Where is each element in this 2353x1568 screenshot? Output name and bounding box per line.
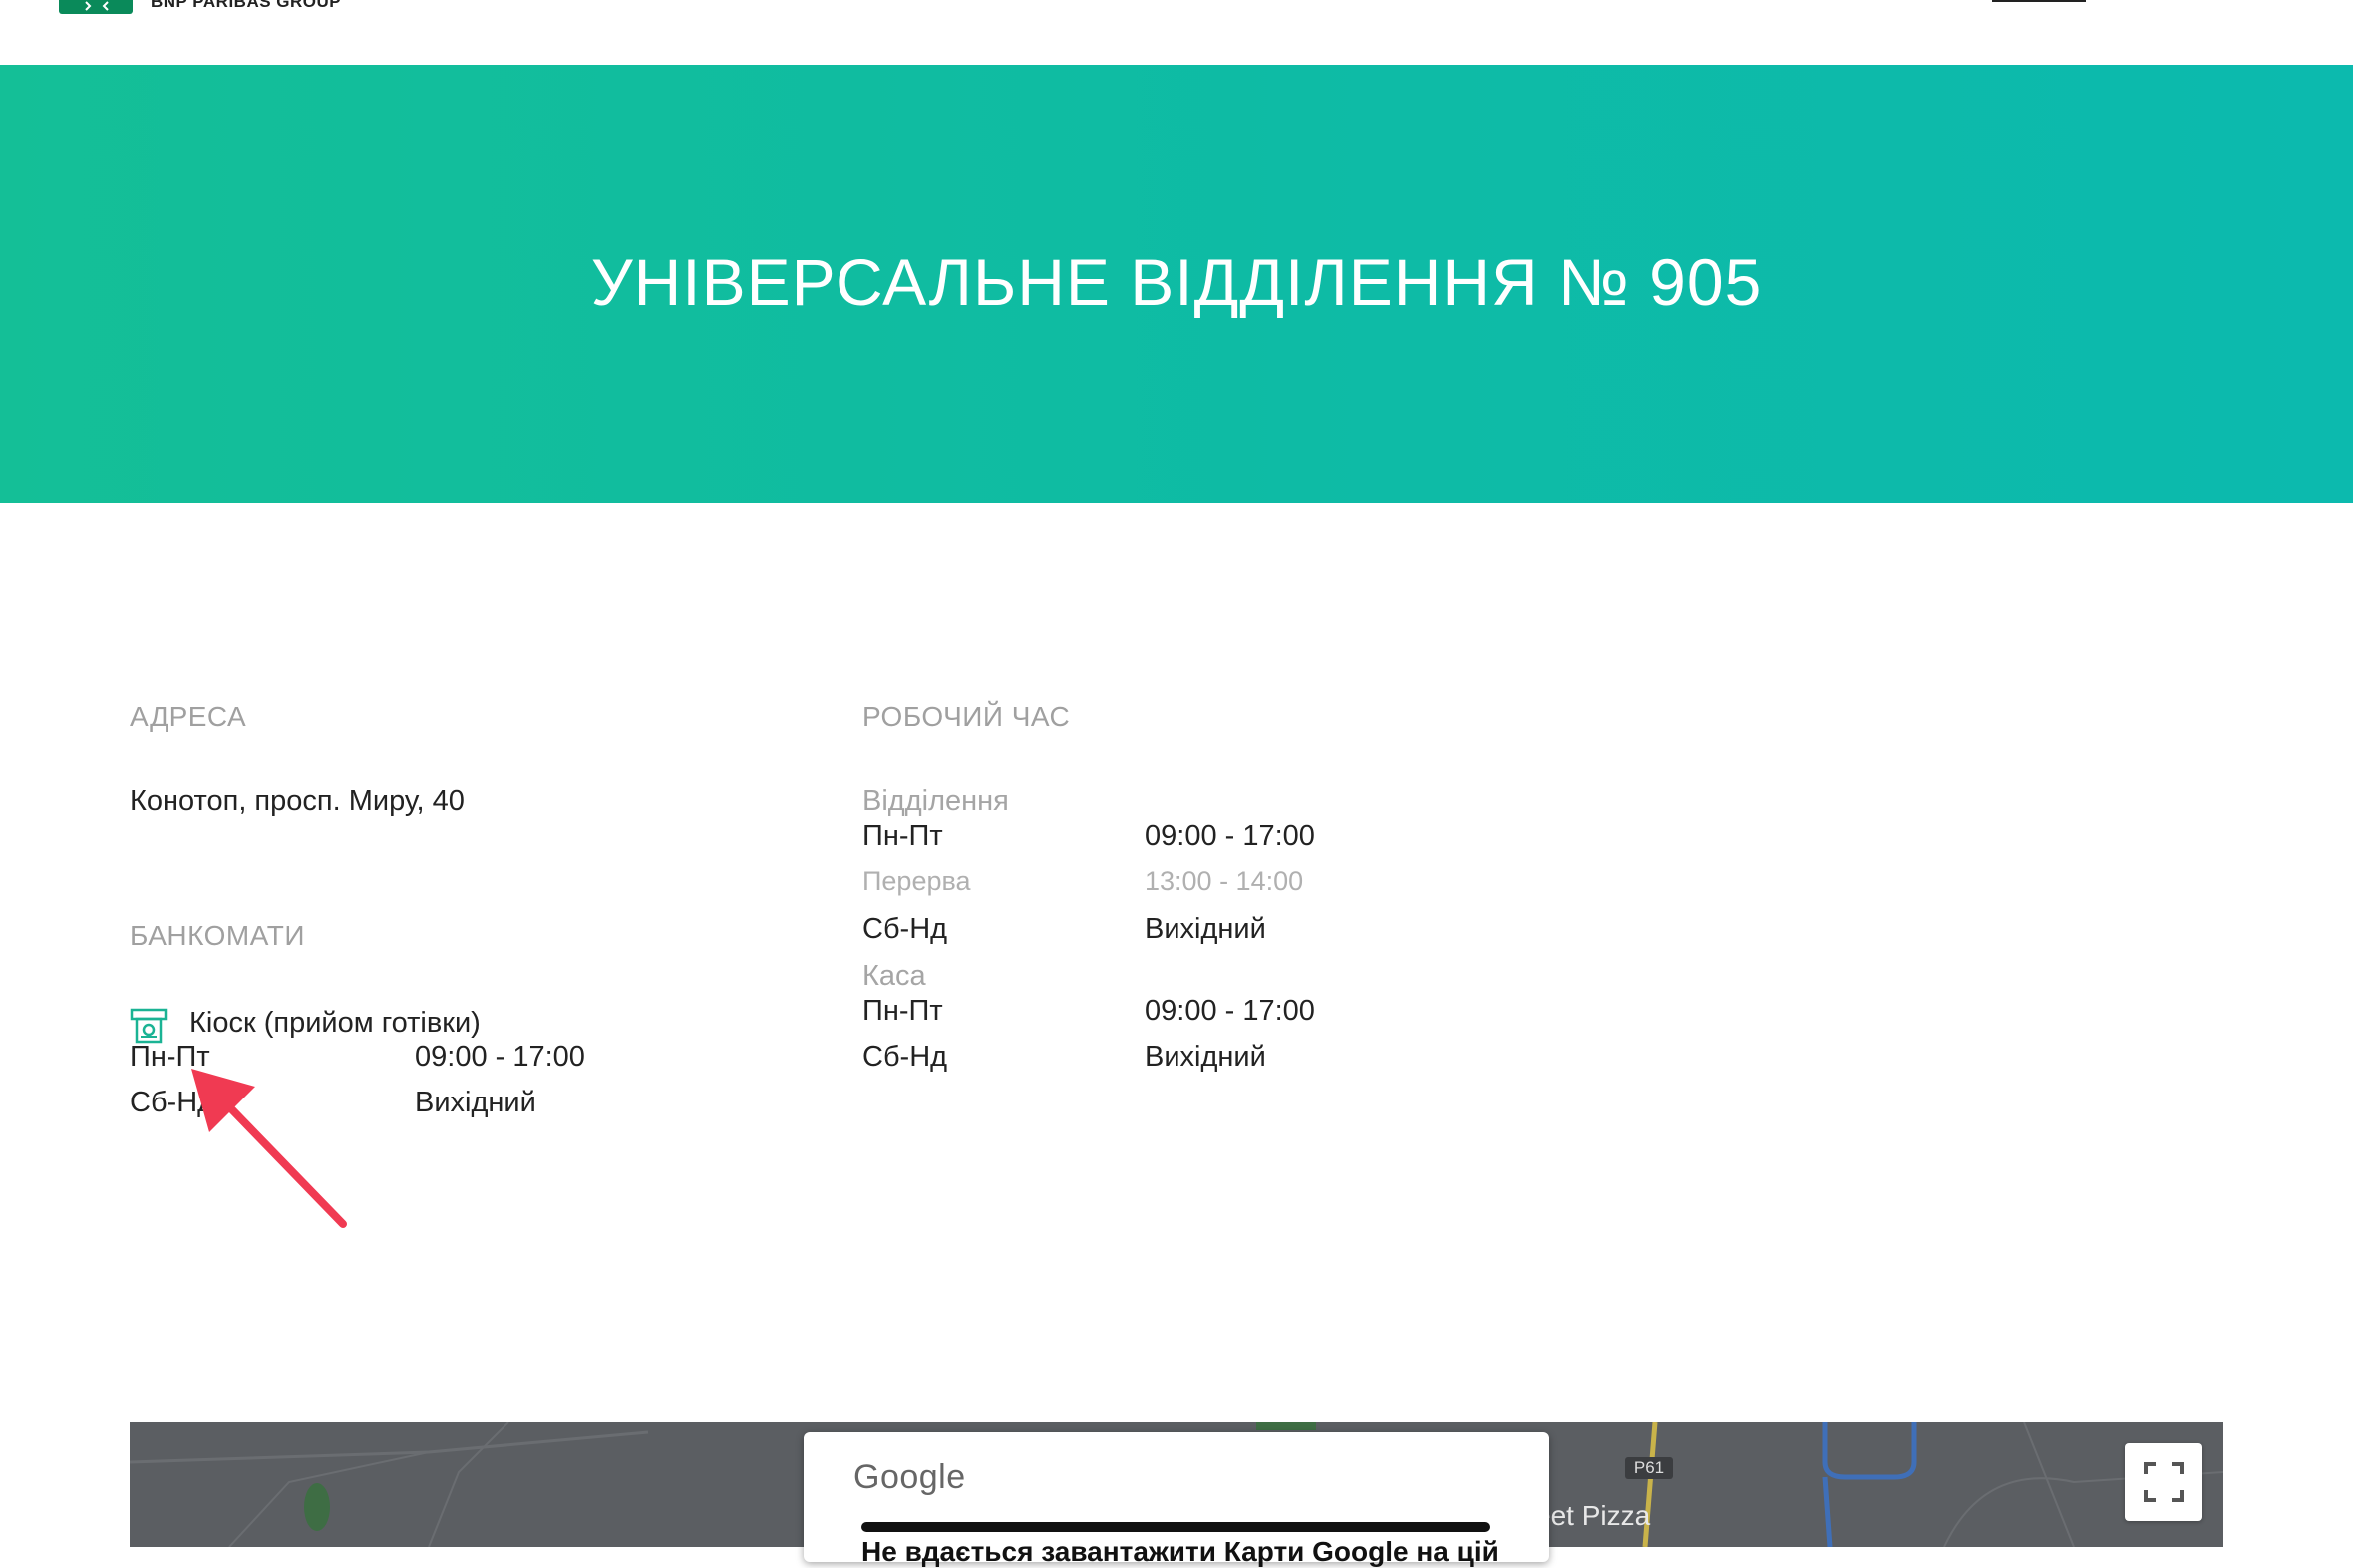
atms-label: БАНКОМАТИ xyxy=(130,920,305,951)
bank-logo[interactable] xyxy=(59,0,133,14)
atm-title: Кіоск (прийом готівки) xyxy=(189,1007,481,1039)
branch-weekend-hours: Вихідний xyxy=(1145,913,1266,945)
working-hours-label: РОБОЧИЙ ЧАС xyxy=(862,701,1071,732)
branch-break-hours: 13:00 - 14:00 xyxy=(1145,866,1304,896)
address-label: АДРЕСА xyxy=(130,701,247,732)
fullscreen-icon xyxy=(2144,1462,2184,1502)
cashdesk-weekdays-days: Пн-Пт xyxy=(862,995,943,1027)
dialog-message: Не вдається завантажити Карти Google на … xyxy=(861,1536,1499,1567)
cashdesk-weekdays-hours: 09:00 - 17:00 xyxy=(1145,995,1315,1027)
google-logo: Google xyxy=(853,1458,966,1496)
brand-text: BNP PARIBAS GROUP xyxy=(151,0,342,11)
cashdesk-weekend-hours: Вихідний xyxy=(1145,1041,1266,1073)
fullscreen-button[interactable] xyxy=(2125,1443,2202,1521)
branch-weekend-days: Сб-Нд xyxy=(862,913,948,945)
cash-kiosk-icon xyxy=(130,1008,168,1044)
page-title: УНІВЕРСАЛЬНЕ ВІДДІЛЕННЯ № 905 xyxy=(590,245,1763,319)
address-value: Конотоп, просп. Миру, 40 xyxy=(130,785,465,817)
logo-stars-icon xyxy=(85,1,109,11)
cashdesk-title: Каса xyxy=(862,960,926,992)
atm-hours-weekdays: 09:00 - 17:00 xyxy=(415,1041,585,1073)
branch-break-label: Перерва xyxy=(862,866,971,896)
hero-banner: УНІВЕРСАЛЬНЕ ВІДДІЛЕННЯ № 905 xyxy=(0,65,2353,503)
cashdesk-weekend-days: Сб-Нд xyxy=(862,1041,948,1073)
nav-active-underline xyxy=(1992,0,2086,2)
atm-hours-weekend: Вихідний xyxy=(415,1087,536,1118)
branch-weekdays-hours: 09:00 - 17:00 xyxy=(1145,820,1315,852)
dialog-divider xyxy=(861,1522,1490,1532)
map-error-dialog: Google Не вдається завантажити Карти Goo… xyxy=(804,1432,1549,1567)
top-header: BNP PARIBAS GROUP xyxy=(0,0,2353,65)
branch-weekdays-days: Пн-Пт xyxy=(862,820,943,852)
branch-title: Відділення xyxy=(862,785,1009,817)
road-number-badge: P61 xyxy=(1625,1457,1673,1479)
map-place-label[interactable]: eet Pizza xyxy=(1535,1500,1650,1532)
annotation-arrow-icon xyxy=(191,1069,347,1228)
